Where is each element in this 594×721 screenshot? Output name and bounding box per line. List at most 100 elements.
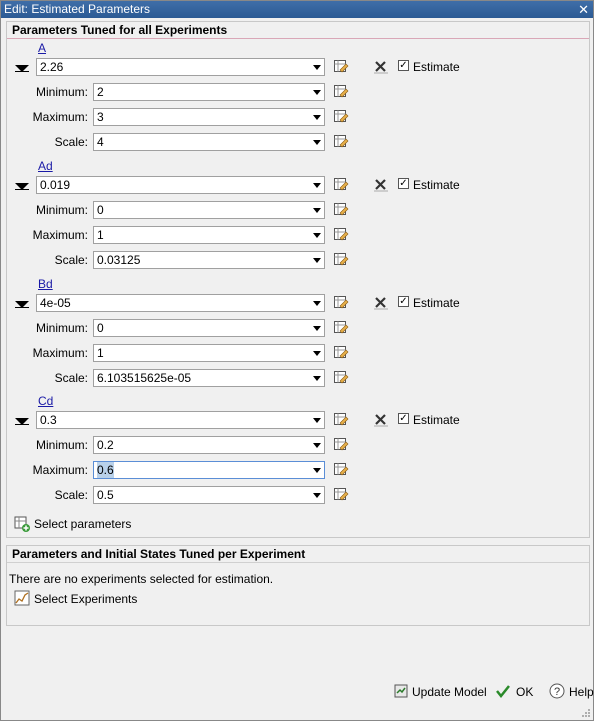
update-model-icon[interactable]: [393, 683, 409, 699]
divider: [7, 38, 589, 39]
chevron-down-icon[interactable]: [313, 326, 321, 331]
remove-param-icon[interactable]: [373, 413, 389, 427]
estimate-label: Estimate: [413, 60, 460, 74]
collapse-arrow-icon[interactable]: [15, 65, 29, 72]
max-label: Maximum:: [32, 228, 88, 242]
param-value-combo[interactable]: 0.019: [36, 176, 325, 194]
edit-min-icon[interactable]: [333, 320, 349, 336]
min-label: Minimum:: [35, 85, 88, 99]
params-per-experiment-panel: Parameters and Initial States Tuned per …: [6, 545, 590, 626]
max-combo[interactable]: 3: [93, 108, 325, 126]
max-combo[interactable]: 1: [93, 344, 325, 362]
collapse-arrow-icon[interactable]: [15, 301, 29, 308]
param-value-combo[interactable]: 0.3: [36, 411, 325, 429]
edit-max-icon[interactable]: [333, 345, 349, 361]
window-title: Edit: Estimated Parameters: [4, 2, 151, 16]
min-combo[interactable]: 0: [93, 201, 325, 219]
scale-combo[interactable]: 0.03125: [93, 251, 325, 269]
scale-label: Scale:: [54, 135, 88, 149]
chevron-down-icon[interactable]: [313, 376, 321, 381]
chevron-down-icon[interactable]: [313, 90, 321, 95]
max-label: Maximum:: [32, 346, 88, 360]
param-name-link[interactable]: Bd: [38, 277, 53, 291]
svg-text:?: ?: [554, 686, 560, 698]
edit-value-icon[interactable]: [333, 412, 349, 428]
ok-check-icon[interactable]: [495, 683, 511, 699]
help-button[interactable]: Help: [569, 685, 594, 699]
scale-label: Scale:: [54, 488, 88, 502]
estimate-checkbox[interactable]: ✓: [398, 413, 409, 424]
max-combo[interactable]: 0.6: [93, 461, 325, 479]
param-value-combo[interactable]: 4e-05: [36, 294, 325, 312]
edit-scale-icon[interactable]: [333, 370, 349, 386]
chevron-down-icon[interactable]: [313, 233, 321, 238]
min-combo[interactable]: 0.2: [93, 436, 325, 454]
no-experiments-message: There are no experiments selected for es…: [9, 572, 274, 586]
chevron-down-icon[interactable]: [313, 208, 321, 213]
chevron-down-icon[interactable]: [313, 443, 321, 448]
min-label: Minimum:: [35, 203, 88, 217]
chevron-down-icon[interactable]: [313, 468, 321, 473]
scale-combo[interactable]: 6.103515625e-05: [93, 369, 325, 387]
collapse-arrow-icon[interactable]: [15, 183, 29, 190]
scale-label: Scale:: [54, 371, 88, 385]
estimate-checkbox[interactable]: ✓: [398, 178, 409, 189]
max-label: Maximum:: [32, 110, 88, 124]
edit-max-icon[interactable]: [333, 462, 349, 478]
select-experiments-link[interactable]: Select Experiments: [34, 592, 137, 606]
ok-button[interactable]: OK: [516, 685, 533, 699]
edit-max-icon[interactable]: [333, 227, 349, 243]
edit-scale-icon[interactable]: [333, 134, 349, 150]
remove-param-icon[interactable]: [373, 296, 389, 310]
remove-param-icon[interactable]: [373, 60, 389, 74]
remove-param-icon[interactable]: [373, 178, 389, 192]
estimate-label: Estimate: [413, 296, 460, 310]
title-bar: Edit: Estimated Parameters ✕: [1, 1, 593, 18]
param-name-link[interactable]: A: [38, 41, 46, 55]
chevron-down-icon[interactable]: [313, 140, 321, 145]
scale-combo[interactable]: 4: [93, 133, 325, 151]
dialog-window: Edit: Estimated Parameters ✕ Parameters …: [0, 0, 594, 721]
select-parameters-link[interactable]: Select parameters: [34, 517, 131, 531]
edit-value-icon[interactable]: [333, 295, 349, 311]
scale-label: Scale:: [54, 253, 88, 267]
min-combo[interactable]: 2: [93, 83, 325, 101]
min-label: Minimum:: [35, 438, 88, 452]
chevron-down-icon[interactable]: [313, 115, 321, 120]
chevron-down-icon[interactable]: [313, 183, 321, 188]
chevron-down-icon[interactable]: [313, 351, 321, 356]
estimate-label: Estimate: [413, 413, 460, 427]
edit-scale-icon[interactable]: [333, 252, 349, 268]
panel-title: Parameters and Initial States Tuned per …: [12, 547, 306, 561]
scale-combo[interactable]: 0.5: [93, 486, 325, 504]
param-name-link[interactable]: Ad: [38, 159, 53, 173]
chevron-down-icon[interactable]: [313, 258, 321, 263]
add-params-icon[interactable]: [14, 516, 30, 532]
edit-min-icon[interactable]: [333, 84, 349, 100]
experiments-icon[interactable]: [14, 590, 30, 606]
edit-min-icon[interactable]: [333, 202, 349, 218]
chevron-down-icon[interactable]: [313, 65, 321, 70]
estimate-checkbox[interactable]: ✓: [398, 296, 409, 307]
collapse-arrow-icon[interactable]: [15, 418, 29, 425]
estimate-checkbox[interactable]: ✓: [398, 60, 409, 71]
edit-value-icon[interactable]: [333, 177, 349, 193]
edit-min-icon[interactable]: [333, 437, 349, 453]
param-name-link[interactable]: Cd: [38, 394, 53, 408]
chevron-down-icon[interactable]: [313, 301, 321, 306]
edit-max-icon[interactable]: [333, 109, 349, 125]
edit-scale-icon[interactable]: [333, 487, 349, 503]
chevron-down-icon[interactable]: [313, 418, 321, 423]
divider: [7, 562, 589, 563]
max-combo[interactable]: 1: [93, 226, 325, 244]
min-combo[interactable]: 0: [93, 319, 325, 337]
resize-grip-icon[interactable]: [581, 708, 591, 718]
max-label: Maximum:: [32, 463, 88, 477]
close-icon[interactable]: ✕: [578, 1, 589, 18]
params-all-experiments-panel: Parameters Tuned for all Experiments A 2.…: [6, 21, 590, 538]
help-icon[interactable]: ?: [549, 683, 565, 699]
chevron-down-icon[interactable]: [313, 493, 321, 498]
update-model-button[interactable]: Update Model: [412, 685, 487, 699]
param-value-combo[interactable]: 2.26: [36, 58, 325, 76]
edit-value-icon[interactable]: [333, 59, 349, 75]
